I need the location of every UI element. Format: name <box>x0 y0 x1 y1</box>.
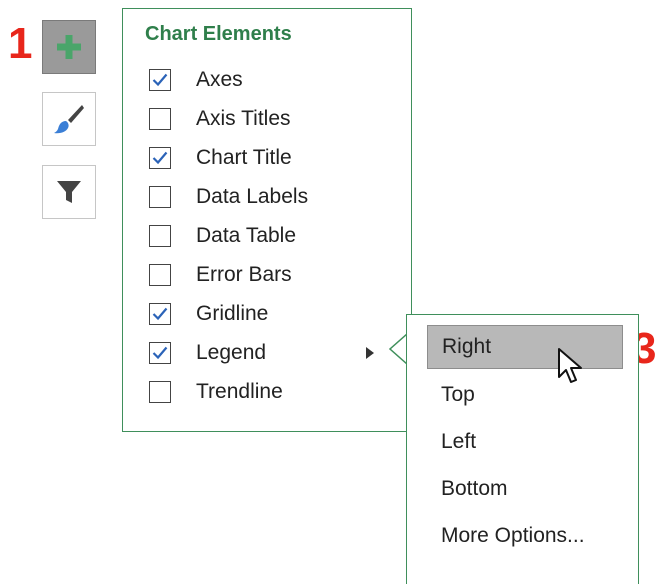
axis-titles-label: Axis Titles <box>196 107 291 130</box>
option-chart-title[interactable]: Chart Title <box>149 143 399 173</box>
legend-submenu-arrow-icon[interactable] <box>366 347 374 359</box>
step-number-1: 1 <box>8 19 33 68</box>
paintbrush-icon <box>54 105 84 134</box>
gridlines-checkbox[interactable] <box>149 303 171 325</box>
chart-filters-button[interactable] <box>42 165 96 219</box>
option-trendline[interactable]: Trendline <box>149 377 399 407</box>
option-axes[interactable]: Axes <box>149 65 399 95</box>
legend-position-submenu: Right Top Left Bottom More Options... <box>406 314 639 584</box>
gridlines-label: Gridline <box>196 302 269 325</box>
option-data-labels[interactable]: Data Labels <box>149 182 399 212</box>
chart-styles-button[interactable] <box>42 92 96 146</box>
mouse-pointer-icon <box>558 348 582 383</box>
error-bars-label: Error Bars <box>196 263 292 286</box>
option-error-bars[interactable]: Error Bars <box>149 260 399 290</box>
legend-more-options-item[interactable]: More Options... <box>427 514 623 558</box>
data-table-label: Data Table <box>196 224 297 247</box>
chart-title-checkbox[interactable] <box>149 147 171 169</box>
option-axis-titles[interactable]: Axis Titles <box>149 104 399 134</box>
chart-elements-button[interactable] <box>42 20 96 74</box>
data-labels-checkbox[interactable] <box>149 186 171 208</box>
legend-right-item[interactable]: Right <box>427 325 623 369</box>
legend-top-item[interactable]: Top <box>427 373 623 417</box>
legend-left-item[interactable]: Left <box>427 420 623 464</box>
chart-elements-panel: Chart Elements Axes Axis Titles Chart Ti… <box>122 8 412 432</box>
option-data-table[interactable]: Data Table <box>149 221 399 251</box>
checkmark-icon <box>152 307 168 321</box>
trendline-checkbox[interactable] <box>149 381 171 403</box>
axes-label: Axes <box>196 68 243 91</box>
submenu-pointer <box>388 334 408 364</box>
checkmark-icon <box>152 73 168 87</box>
trendline-label: Trendline <box>196 380 283 403</box>
chart-elements-title: Chart Elements <box>145 23 292 45</box>
plus-icon <box>57 35 81 59</box>
chart-title-label: Chart Title <box>196 146 292 169</box>
legend-checkbox[interactable] <box>149 342 171 364</box>
error-bars-checkbox[interactable] <box>149 264 171 286</box>
legend-bottom-item[interactable]: Bottom <box>427 467 623 511</box>
option-gridlines[interactable]: Gridline <box>149 299 399 329</box>
data-table-checkbox[interactable] <box>149 225 171 247</box>
checkmark-icon <box>152 151 168 165</box>
funnel-filter-icon <box>57 181 81 203</box>
data-labels-label: Data Labels <box>196 185 309 208</box>
axes-checkbox[interactable] <box>149 69 171 91</box>
checkmark-icon <box>152 346 168 360</box>
axis-titles-checkbox[interactable] <box>149 108 171 130</box>
option-legend[interactable]: Legend <box>149 338 399 368</box>
legend-label: Legend <box>196 341 267 364</box>
